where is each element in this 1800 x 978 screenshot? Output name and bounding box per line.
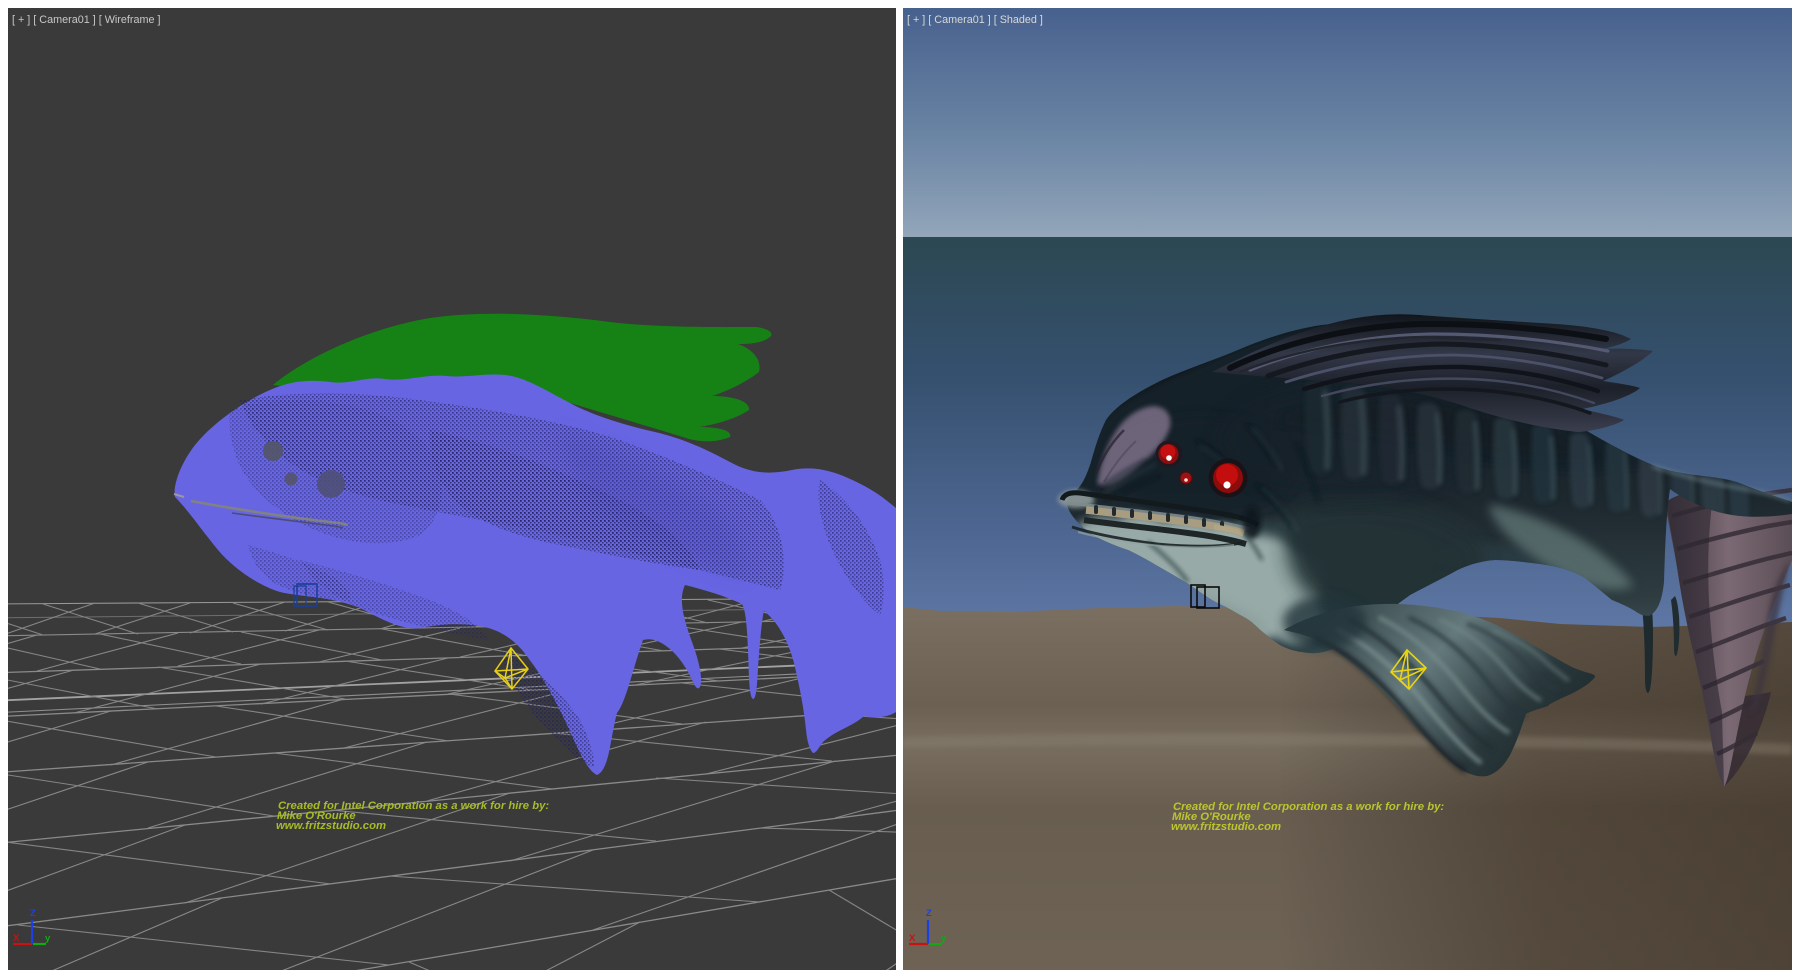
- svg-text:www.fritzstudio.com: www.fritzstudio.com: [1171, 821, 1281, 833]
- svg-text:X: X: [13, 933, 20, 944]
- svg-text:X: X: [909, 933, 916, 944]
- svg-text:[ + ] [ Camera01 ] [ Shaded ]: [ + ] [ Camera01 ] [ Shaded ]: [907, 14, 1043, 26]
- svg-text:y: y: [45, 933, 51, 944]
- svg-text:www.fritzstudio.com: www.fritzstudio.com: [276, 820, 386, 832]
- svg-text:y: y: [941, 933, 947, 944]
- svg-text:[ + ] [ Camera01 ] [ Wireframe: [ + ] [ Camera01 ] [ Wireframe ]: [12, 14, 161, 26]
- svg-text:Z: Z: [30, 908, 36, 919]
- svg-text:Z: Z: [926, 908, 932, 919]
